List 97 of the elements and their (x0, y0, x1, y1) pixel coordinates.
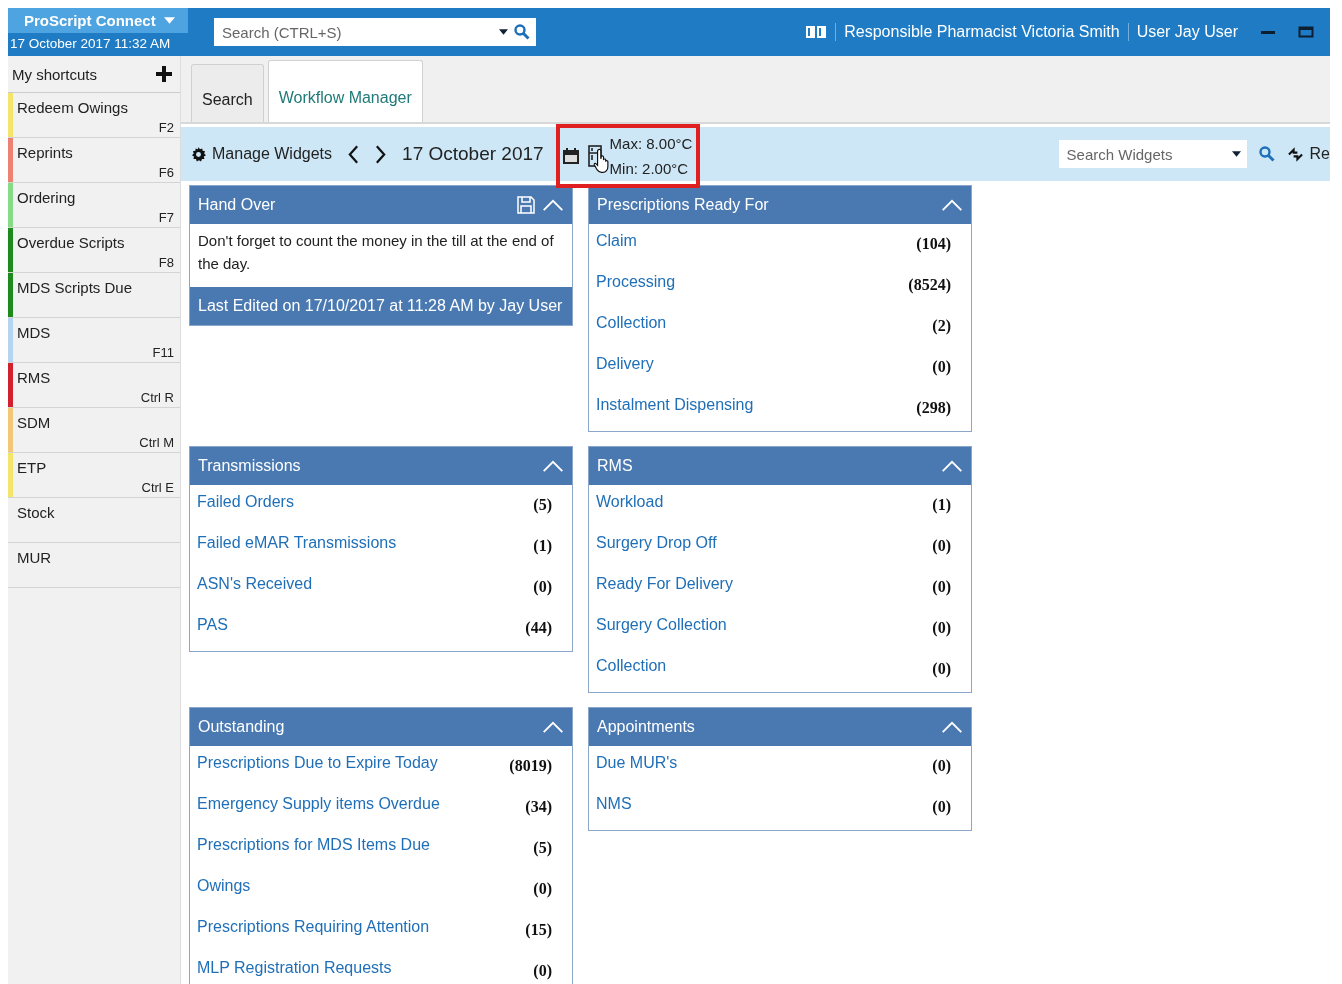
widget-link[interactable]: Surgery Collection (596, 616, 727, 634)
widget-link[interactable]: Claim (596, 232, 637, 250)
shortcut-item[interactable]: MDS F11 (8, 318, 180, 363)
count: (0) (932, 619, 951, 637)
manage-widgets-button[interactable]: Manage Widgets (191, 145, 333, 163)
min-temperature: Min: 2.00°C (609, 159, 690, 179)
widget-link[interactable]: ASN's Received (197, 575, 313, 593)
widget-link[interactable]: Surgery Drop Off (596, 534, 717, 552)
tab[interactable]: Search (191, 64, 264, 122)
caret-icon (163, 17, 175, 24)
dropdown-caret-icon[interactable] (499, 29, 508, 35)
last-edited-text: Last Edited on 17/10/2017 at 11:28 AM by Jay User (190, 287, 572, 325)
count: (298) (916, 399, 951, 417)
collapse-icon[interactable] (542, 459, 564, 473)
widget-link[interactable]: Prescriptions Due to Expire Today (197, 754, 438, 772)
widget-title: Appointments (597, 718, 696, 736)
count: (44) (525, 619, 552, 637)
count: (104) (916, 235, 951, 253)
count: (15) (525, 921, 552, 939)
pharmacist-label: Responsible Pharmacist Victoria Smith (844, 23, 1120, 41)
search-field[interactable]: Search (CTRL+S) (214, 18, 536, 46)
shortcut-item[interactable]: Reprints F6 (8, 138, 180, 183)
widget-link[interactable]: Delivery (596, 355, 654, 373)
widget-link[interactable]: Prescriptions for MDS Items Due (197, 836, 430, 854)
widget-link[interactable]: Failed eMAR Transmissions (197, 534, 397, 552)
calendar-icon[interactable] (561, 147, 580, 165)
count: (1) (932, 496, 951, 514)
collapse-icon[interactable] (941, 198, 963, 212)
count: (0) (932, 757, 951, 775)
collapse-icon[interactable] (542, 198, 564, 212)
shortcut-item[interactable]: Overdue Scripts F8 (8, 228, 180, 273)
widget-link[interactable]: MLP Registration Requests (197, 959, 392, 977)
widget-link[interactable]: Ready For Delivery (596, 575, 733, 593)
shortcut-item[interactable]: Redeem Owings F2 (8, 93, 180, 138)
widget-title: Prescriptions Ready For (597, 196, 770, 214)
date-time: 17 October 2017 11:32 AM (9, 35, 172, 51)
count: (5) (533, 496, 552, 514)
count: (0) (932, 358, 951, 376)
shortcuts-title: My shortcuts (12, 65, 98, 83)
collapse-icon[interactable] (941, 459, 963, 473)
count: (2) (932, 317, 951, 335)
widget-link[interactable]: PAS (197, 616, 228, 634)
shortcut-item[interactable]: Ordering F7 (8, 183, 180, 228)
count: (8524) (908, 276, 951, 294)
widget-link[interactable]: Collection (596, 314, 667, 332)
dropdown-caret-icon[interactable] (1231, 151, 1241, 157)
tab[interactable]: Workflow Manager (267, 60, 423, 122)
count: (0) (533, 880, 552, 898)
count: (1) (533, 537, 552, 555)
book-icon[interactable] (805, 24, 828, 40)
search-icon[interactable] (1258, 146, 1275, 162)
note-text: Don't forget to count the money in the till at the end of the day. (197, 231, 555, 274)
refresh-button[interactable]: Re (1286, 145, 1330, 163)
maximize-icon[interactable] (1298, 24, 1314, 40)
widget-link[interactable]: Instalment Dispensing (596, 396, 754, 414)
collapse-icon[interactable] (542, 720, 564, 734)
collapse-icon[interactable] (941, 720, 963, 734)
widget-link[interactable]: Owings (197, 877, 251, 895)
count: (5) (533, 839, 552, 857)
add-icon[interactable] (156, 66, 172, 82)
shortcut-item[interactable]: RMS Ctrl R (8, 363, 180, 408)
save-icon[interactable] (516, 195, 536, 215)
next-icon[interactable] (375, 144, 387, 164)
count: (0) (533, 962, 552, 980)
widget-link[interactable]: NMS (596, 795, 632, 813)
widget-link[interactable]: Due MUR's (596, 754, 678, 772)
count: (34) (525, 798, 552, 816)
current-date: 17 October 2017 (402, 143, 544, 165)
widget-link[interactable]: Prescriptions Requiring Attention (197, 918, 430, 936)
shortcut-item[interactable]: ETP Ctrl E (8, 453, 180, 498)
previous-icon[interactable] (348, 144, 360, 164)
widget-title: Hand Over (198, 196, 277, 214)
widget-search-field[interactable]: Search Widgets (1058, 140, 1247, 168)
widget-link[interactable]: Processing (596, 273, 676, 291)
shortcut-item[interactable]: MDS Scripts Due (8, 273, 180, 318)
widget-link[interactable]: Collection (596, 657, 667, 675)
widget-title: Transmissions (198, 457, 302, 475)
count: (0) (932, 537, 951, 555)
widget-link[interactable]: Emergency Supply items Overdue (197, 795, 440, 813)
shortcut-item[interactable]: SDM Ctrl M (8, 408, 180, 453)
max-temperature: Max: 8.00°C (609, 134, 693, 154)
gear-icon (191, 146, 206, 162)
widget-title: RMS (597, 457, 634, 475)
count: (0) (932, 660, 951, 678)
count: (0) (533, 578, 552, 596)
user-label: User Jay User (1136, 23, 1238, 41)
widget-title: Outstanding (198, 718, 286, 736)
shortcut-item[interactable]: Stock (8, 498, 180, 543)
fridge-icon[interactable] (587, 145, 602, 167)
count: (0) (932, 578, 951, 596)
search-icon[interactable] (514, 24, 530, 40)
widget-link[interactable]: Failed Orders (197, 493, 294, 511)
count: (0) (932, 798, 951, 816)
refresh-icon (1286, 146, 1304, 162)
count: (8019) (509, 757, 552, 775)
widget-link[interactable]: Workload (596, 493, 664, 511)
shortcut-item[interactable]: MUR (8, 543, 180, 588)
